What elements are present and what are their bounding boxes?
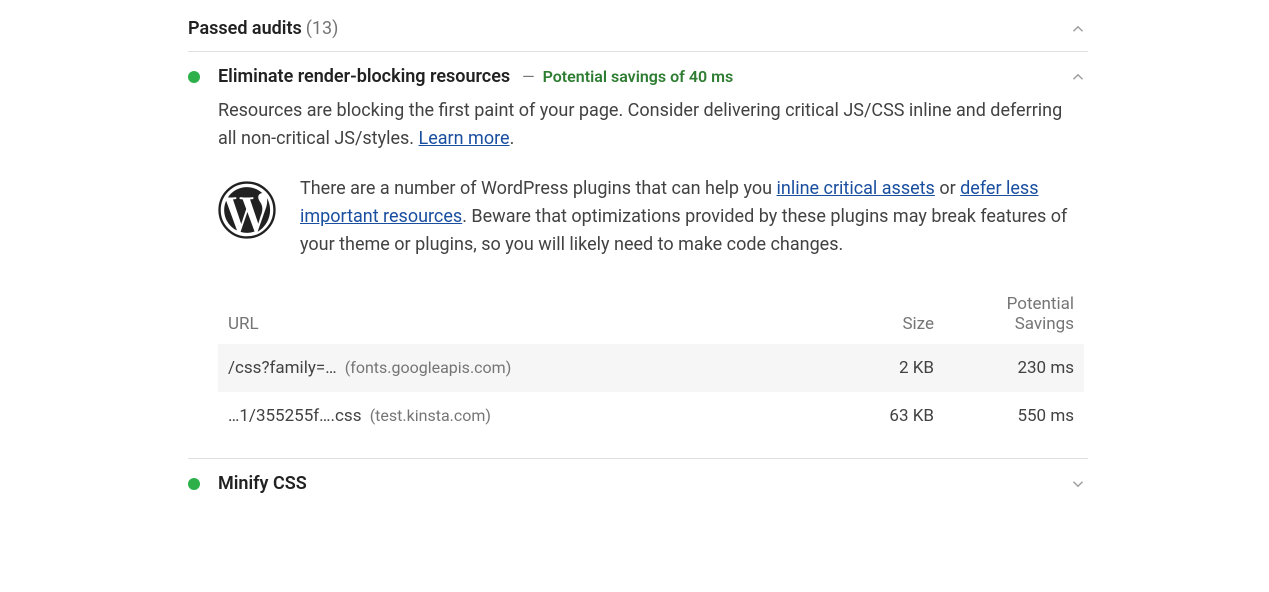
resources-table: URL Size Potential Savings /css?family=…… (218, 284, 1084, 440)
audit-eliminate-body: Resources are blocking the first paint o… (188, 97, 1088, 440)
wordpress-icon (218, 181, 276, 239)
chevron-down-icon (1068, 474, 1088, 494)
resource-path: /css?family=… (228, 358, 337, 378)
col-size: Size (817, 284, 944, 344)
col-url: URL (218, 284, 817, 344)
audit-desc-period: . (510, 128, 515, 149)
resource-host: (test.kinsta.com) (370, 406, 491, 425)
audit-eliminate-savings: Potential savings of 40 ms (543, 67, 734, 86)
resource-size: 63 KB (817, 392, 944, 440)
chevron-up-icon (1068, 19, 1088, 39)
col-savings: Potential Savings (944, 284, 1084, 344)
chevron-up-icon (1068, 67, 1088, 87)
stack-text-part2: or (935, 178, 960, 199)
audit-desc-text: Resources are blocking the first paint o… (218, 100, 1062, 149)
inline-critical-assets-link[interactable]: inline critical assets (777, 178, 935, 199)
table-row: …1/355255f….css (test.kinsta.com) 63 KB … (218, 392, 1084, 440)
resource-savings: 230 ms (944, 344, 1084, 392)
learn-more-link[interactable]: Learn more (419, 128, 510, 149)
resource-path: …1/355255f….css (228, 406, 361, 426)
status-dot-icon (188, 478, 200, 490)
table-row: /css?family=… (fonts.googleapis.com) 2 K… (218, 344, 1084, 392)
passed-audits-count: (13) (306, 18, 339, 39)
audit-minify-toggle[interactable]: Minify CSS (188, 459, 1088, 504)
passed-audits-label: Passed audits (188, 18, 302, 39)
passed-audits-toggle[interactable]: Passed audits (13) (188, 6, 1088, 51)
audit-minify-title: Minify CSS (218, 473, 307, 494)
audit-eliminate-title: Eliminate render-blocking resources (218, 66, 510, 87)
status-dot-icon (188, 71, 200, 83)
audit-savings-separator: — (522, 67, 535, 86)
resource-host: (fonts.googleapis.com) (345, 358, 511, 377)
resource-savings: 550 ms (944, 392, 1084, 440)
stack-text-part1: There are a number of WordPress plugins … (300, 178, 777, 199)
resource-size: 2 KB (817, 344, 944, 392)
audit-eliminate-toggle[interactable]: Eliminate render-blocking resources — Po… (188, 52, 1088, 97)
